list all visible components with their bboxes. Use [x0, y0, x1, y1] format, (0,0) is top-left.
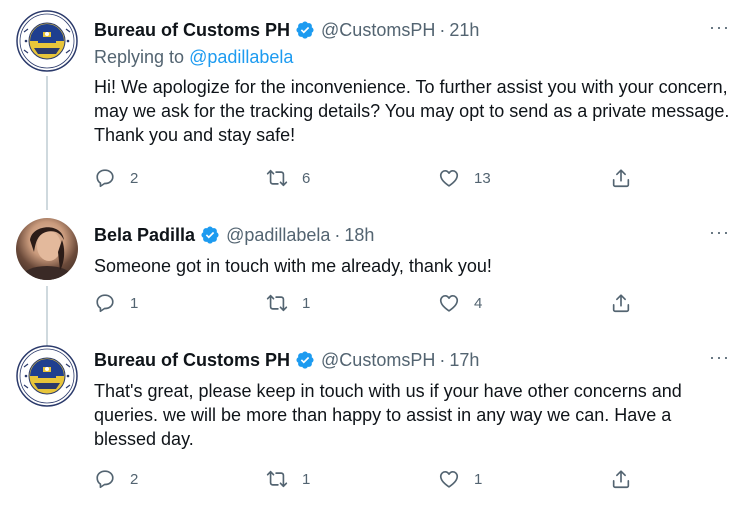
display-name[interactable]: Bureau of Customs PH — [94, 20, 290, 41]
avatar-bela-padilla[interactable] — [16, 218, 78, 280]
user-handle[interactable]: @CustomsPH — [321, 350, 435, 371]
retweet-count: 1 — [302, 294, 311, 312]
more-icon[interactable]: ··· — [709, 222, 730, 242]
reply-button[interactable]: 2 — [94, 167, 138, 189]
reply-count: 2 — [130, 470, 139, 488]
separator: · — [334, 224, 341, 245]
share-icon — [610, 292, 632, 314]
retweet-button[interactable]: 1 — [266, 468, 310, 490]
retweet-icon — [266, 167, 288, 189]
verified-badge-icon — [200, 225, 220, 245]
tweet-text: That's great, please keep in touch with … — [94, 381, 682, 449]
thread-line — [46, 76, 48, 210]
retweet-count: 6 — [302, 169, 311, 187]
like-count: 4 — [474, 294, 483, 312]
share-button[interactable] — [610, 292, 632, 314]
avatar-customs-seal[interactable] — [16, 345, 78, 407]
retweet-icon — [266, 468, 288, 490]
like-button[interactable]: 1 — [438, 468, 482, 490]
like-button[interactable]: 4 — [438, 292, 482, 314]
replying-to-handle[interactable]: @padillabela — [189, 47, 293, 67]
more-icon[interactable]: ··· — [709, 347, 730, 367]
tweet-3[interactable]: Bureau of Customs PH @CustomsPH · 17h ··… — [0, 335, 750, 511]
like-button[interactable]: 13 — [438, 167, 491, 189]
tweet-text: Hi! We apologize for the inconvenience. … — [94, 77, 730, 145]
timestamp[interactable]: 18h — [344, 225, 374, 246]
display-name[interactable]: Bureau of Customs PH — [94, 350, 290, 371]
like-icon — [438, 167, 460, 189]
retweet-button[interactable]: 6 — [266, 167, 310, 189]
reply-icon — [94, 468, 116, 490]
reply-button[interactable]: 1 — [94, 292, 138, 314]
display-name[interactable]: Bela Padilla — [94, 225, 195, 246]
retweet-count: 1 — [302, 470, 311, 488]
tweet-actions: 2 1 1 — [94, 468, 654, 492]
verified-badge-icon — [295, 20, 315, 40]
retweet-button[interactable]: 1 — [266, 292, 310, 314]
user-handle[interactable]: @CustomsPH — [321, 20, 435, 41]
reply-icon — [94, 292, 116, 314]
tweet-actions: 1 1 4 — [94, 292, 654, 316]
reply-icon — [94, 167, 116, 189]
share-icon — [610, 167, 632, 189]
like-icon — [438, 292, 460, 314]
share-button[interactable] — [610, 167, 632, 189]
verified-badge-icon — [295, 350, 315, 370]
like-count: 13 — [474, 169, 491, 187]
tweet-text: Someone got in touch with me already, th… — [94, 256, 492, 276]
avatar-customs-seal[interactable] — [16, 10, 78, 72]
replying-to: Replying to @padillabela — [94, 47, 730, 71]
like-count: 1 — [474, 470, 483, 488]
share-button[interactable] — [610, 468, 632, 490]
tweet-header: Bela Padilla @padillabela · 18h — [94, 222, 730, 248]
separator: · — [439, 349, 446, 370]
tweet-2[interactable]: Bela Padilla @padillabela · 18h ··· Some… — [0, 210, 750, 346]
tweet-header: Bureau of Customs PH @CustomsPH · 17h — [94, 347, 730, 373]
user-handle[interactable]: @padillabela — [226, 225, 330, 246]
tweet-actions: 2 6 13 — [94, 167, 654, 191]
retweet-icon — [266, 292, 288, 314]
replying-to-label: Replying to — [94, 47, 185, 67]
tweet-1[interactable]: Bureau of Customs PH @CustomsPH · 21h ··… — [0, 0, 750, 210]
separator: · — [439, 19, 446, 40]
share-icon — [610, 468, 632, 490]
reply-count: 1 — [130, 294, 139, 312]
more-icon[interactable]: ··· — [709, 17, 730, 37]
like-icon — [438, 468, 460, 490]
timestamp[interactable]: 21h — [449, 20, 479, 41]
tweet-header: Bureau of Customs PH @CustomsPH · 21h — [94, 17, 730, 43]
reply-button[interactable]: 2 — [94, 468, 138, 490]
reply-count: 2 — [130, 169, 139, 187]
timestamp[interactable]: 17h — [449, 350, 479, 371]
